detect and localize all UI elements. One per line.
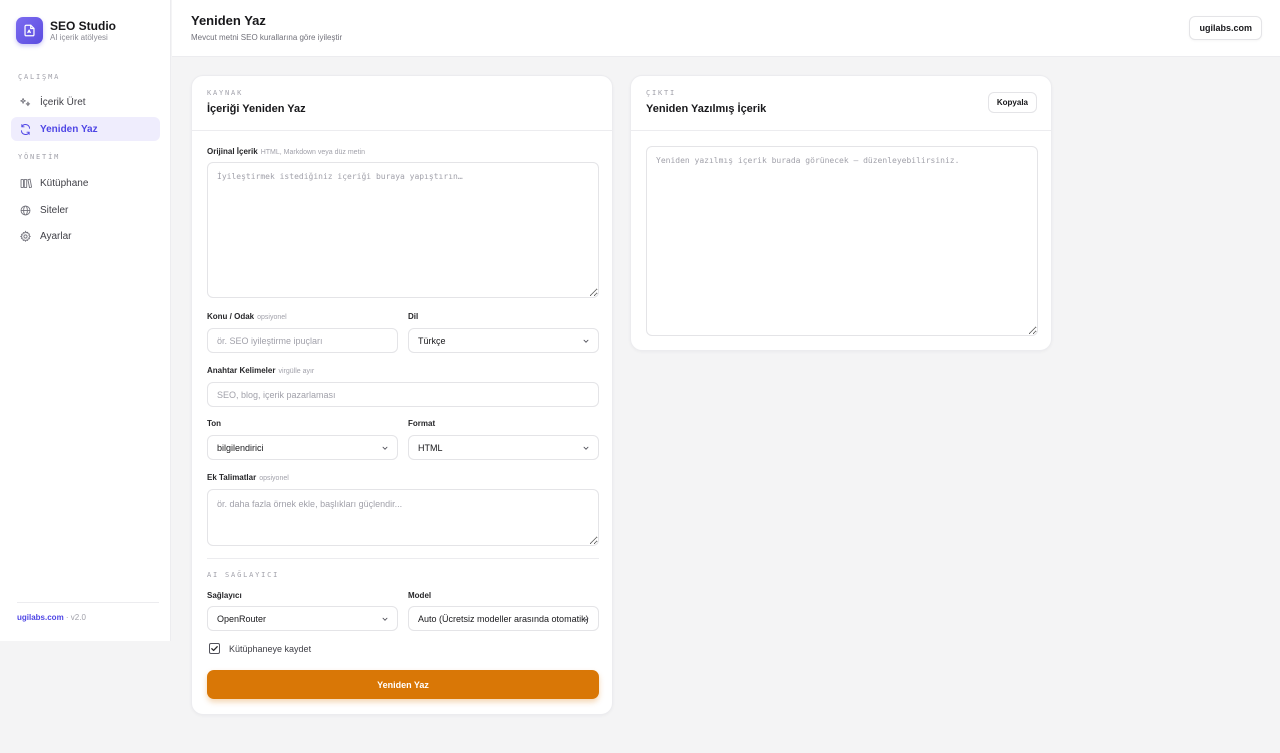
sidebar-item-label: Siteler (40, 204, 69, 216)
card-title: Yeniden Yazılmış İçerik (646, 103, 767, 115)
sidebar-item-rewrite[interactable]: Yeniden Yaz (11, 117, 160, 141)
checkbox-label: Kütüphaneye kaydet (229, 643, 312, 654)
label-text: Orijinal İçerik (207, 147, 258, 156)
gear-icon (19, 230, 32, 243)
card-title: İçeriği Yeniden Yaz (207, 103, 306, 115)
label-hint: virgülle ayır (278, 368, 315, 375)
label-hint: opsiyonel (257, 314, 287, 321)
language-label: Dil (408, 312, 419, 321)
keywords-input[interactable] (207, 382, 599, 407)
format-select[interactable]: HTML (408, 435, 599, 460)
instructions-textarea[interactable] (207, 489, 599, 546)
ai-provider-section-label: AI SAĞLAYICI (207, 571, 280, 579)
sidebar-item-sites[interactable]: Siteler (11, 198, 160, 222)
sidebar-item-label: Ayarlar (40, 230, 72, 242)
page-subtitle: Mevcut metni SEO kurallarına göre iyileş… (191, 33, 343, 42)
page-title: Yeniden Yaz (191, 13, 266, 28)
source-card: KAYNAK İçeriği Yeniden Yaz Orijinal İçer… (191, 75, 613, 715)
label-hint: opsiyonel (259, 475, 289, 482)
label-text: Anahtar Kelimeler (207, 366, 276, 375)
original-content-textarea[interactable] (207, 162, 599, 298)
topic-label: Konu / Odak opsiyonel (207, 312, 287, 321)
sidebar-item-label: Yeniden Yaz (40, 123, 98, 135)
brand-name: SEO Studio (50, 18, 116, 33)
rewrite-button[interactable]: Yeniden Yaz (207, 670, 599, 699)
select-value: bilgilendirici (217, 442, 264, 453)
tone-label: Ton (207, 419, 222, 428)
keywords-label: Anahtar Kelimeler virgülle ayır (207, 366, 314, 375)
sidebar: SEO Studio AI içerik atölyesi ÇALIŞMA İç… (0, 0, 171, 641)
label-text: Konu / Odak (207, 312, 255, 321)
sparkles-icon (19, 96, 32, 109)
sidebar-item-label: İçerik Üret (40, 96, 86, 108)
footer-link[interactable]: ugilabs.com (17, 613, 64, 622)
globe-icon (19, 204, 32, 217)
sidebar-footer: ugilabs.com · v2.0 (17, 602, 159, 622)
language-select[interactable]: Türkçe (408, 328, 599, 353)
chevron-down-icon (583, 446, 589, 450)
domain-button[interactable]: ugilabs.com (1189, 16, 1262, 40)
select-value: Auto (Ücretsiz modeller arasında otomati… (418, 613, 589, 624)
nav-section-work: ÇALIŞMA (18, 73, 61, 81)
chevron-down-icon (382, 446, 388, 450)
select-value: Türkçe (418, 335, 446, 346)
label-text: Ek Talimatlar (207, 473, 257, 482)
card-eyebrow: KAYNAK (207, 89, 244, 97)
output-textarea[interactable] (646, 146, 1038, 336)
chevron-down-icon (583, 339, 589, 343)
nav-section-manage: YÖNETİM (18, 153, 61, 161)
select-value: OpenRouter (217, 613, 267, 624)
chevron-down-icon (382, 617, 388, 621)
divider (631, 130, 1051, 131)
chevron-down-icon (583, 617, 589, 621)
output-card: ÇIKTI Yeniden Yazılmış İçerik Kopyala (630, 75, 1052, 351)
sidebar-item-generate[interactable]: İçerik Üret (11, 90, 160, 114)
sidebar-item-label: Kütüphane (40, 177, 89, 189)
provider-select[interactable]: OpenRouter (207, 606, 398, 631)
sidebar-item-settings[interactable]: Ayarlar (11, 224, 160, 248)
library-icon (19, 177, 32, 190)
card-eyebrow: ÇIKTI (646, 89, 677, 97)
divider (192, 130, 612, 131)
provider-label: Sağlayıcı (207, 591, 242, 600)
version-label: · v2.0 (63, 613, 86, 622)
model-select[interactable]: Auto (Ücretsiz modeller arasında otomati… (408, 606, 599, 631)
copy-button[interactable]: Kopyala (987, 92, 1037, 113)
check-icon (211, 646, 218, 652)
brand[interactable]: SEO Studio AI içerik atölyesi (16, 17, 116, 44)
original-content-label: Orijinal İçerik HTML, Markdown veya düz m… (207, 147, 365, 156)
brand-subtitle: AI içerik atölyesi (50, 32, 108, 42)
divider (207, 558, 599, 559)
model-label: Model (408, 591, 432, 600)
instructions-label: Ek Talimatlar opsiyonel (207, 473, 289, 482)
save-to-library-checkbox[interactable] (209, 643, 220, 654)
document-icon (16, 17, 43, 44)
select-value: HTML (418, 442, 443, 453)
page-header: Yeniden Yaz Mevcut metni SEO kurallarına… (172, 0, 1280, 57)
save-to-library-row[interactable]: Kütüphaneye kaydet (209, 643, 311, 654)
sidebar-item-library[interactable]: Kütüphane (11, 171, 160, 195)
tone-select[interactable]: bilgilendirici (207, 435, 398, 460)
topic-input[interactable] (207, 328, 398, 353)
label-hint: HTML, Markdown veya düz metin (260, 149, 365, 156)
format-label: Format (408, 419, 436, 428)
refresh-icon (19, 123, 32, 136)
